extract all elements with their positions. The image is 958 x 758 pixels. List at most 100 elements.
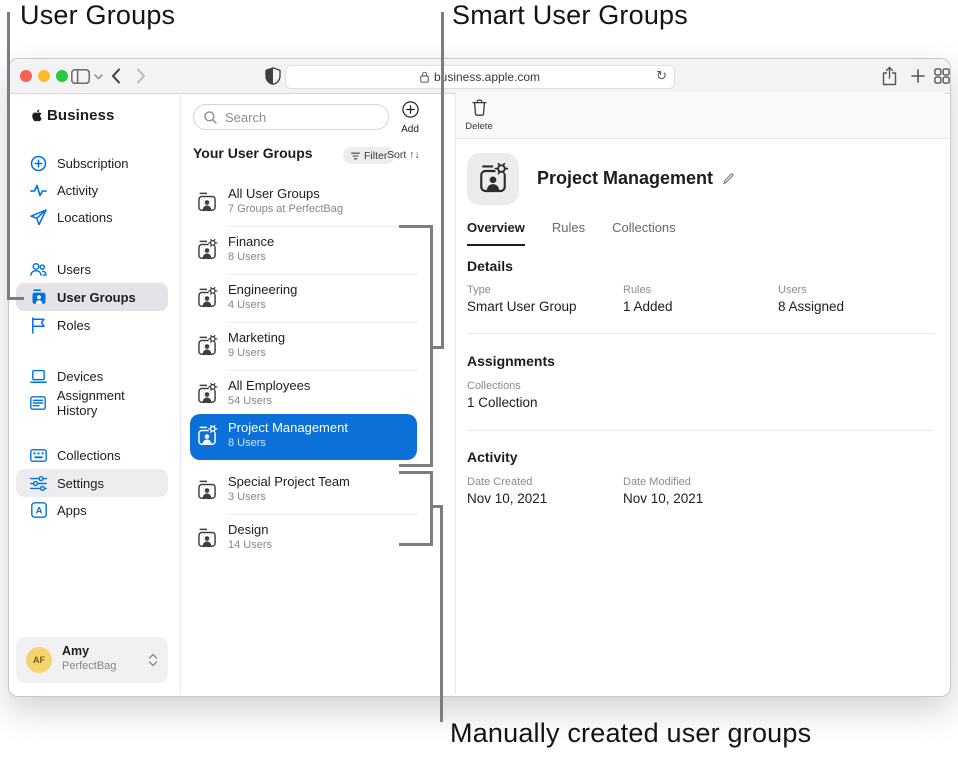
reload-icon[interactable]: ↻ xyxy=(656,68,667,84)
tab-rules[interactable]: Rules xyxy=(552,220,585,246)
sidebar-item-subscription[interactable]: Subscription xyxy=(16,149,168,177)
group-list-item-design[interactable]: Design 14 Users xyxy=(190,516,417,562)
callout-smart-user-groups: Smart User Groups xyxy=(452,0,688,31)
callout-user-groups: User Groups xyxy=(20,0,175,31)
url-text: business.apple.com xyxy=(434,70,540,84)
collections-icon xyxy=(30,447,47,464)
sidebar-item-devices[interactable]: Devices xyxy=(16,362,168,390)
add-label: Add xyxy=(395,124,425,135)
callout-line-manual-vertical xyxy=(440,505,443,722)
group-list-item-marketing[interactable]: Marketing 9 Users xyxy=(190,324,417,370)
field-date-modified: Date Modified Nov 10, 2021 xyxy=(623,476,703,506)
account-switcher[interactable]: AF Amy PerfectBag xyxy=(16,637,168,683)
search-icon xyxy=(204,111,217,124)
screenshot-canvas: { "callouts": { "user_groups": "User Gro… xyxy=(0,0,958,758)
user-groups-icon xyxy=(30,289,47,306)
group-list-item-all-user-groups[interactable]: All User Groups 7 Groups at PerfectBag xyxy=(190,180,417,226)
tab-overview[interactable]: Overview xyxy=(467,220,525,246)
list-detail-divider xyxy=(455,93,456,694)
smart-group-badge-icon xyxy=(196,287,218,309)
callout-line-user-groups-elbow xyxy=(7,297,24,300)
group-list-item-special-project-team[interactable]: Special Project Team 3 Users xyxy=(190,468,417,514)
close-window-button[interactable] xyxy=(20,70,32,82)
apple-logo xyxy=(30,108,44,123)
sidebar-chevron-down-icon[interactable] xyxy=(94,74,103,80)
group-title: Project Management xyxy=(537,168,713,189)
sidebar-toggle-icon[interactable] xyxy=(71,69,90,84)
sidebar-item-label: Apps xyxy=(57,503,87,518)
field-users: Users 8 Assigned xyxy=(778,284,844,314)
sidebar-item-label: Roles xyxy=(57,318,90,333)
minimize-window-button[interactable] xyxy=(38,70,50,82)
groups-list-title: Your User Groups xyxy=(193,145,313,161)
sidebar-item-locations[interactable]: Locations xyxy=(16,203,168,231)
apps-icon: A xyxy=(30,502,47,519)
group-list-item-finance[interactable]: Finance 8 Users xyxy=(190,228,417,274)
sidebar-item-settings[interactable]: Settings xyxy=(16,469,168,497)
sidebar-item-users[interactable]: Users xyxy=(16,255,168,283)
smart-bracket-spine xyxy=(430,225,433,467)
zoom-window-button[interactable] xyxy=(56,70,68,82)
roles-flag-icon xyxy=(30,317,47,334)
search-field xyxy=(193,104,389,130)
sidebar-item-assignment-history[interactable]: Assignment History xyxy=(16,389,168,417)
detail-toolbar xyxy=(456,92,949,139)
sort-button[interactable]: Sort ↑↓ xyxy=(387,149,420,161)
manual-bracket-bottom-arm xyxy=(399,543,433,546)
sidebar-item-user-groups[interactable]: User Groups xyxy=(16,283,168,311)
locations-icon xyxy=(30,209,47,226)
account-org: PerfectBag xyxy=(62,660,116,672)
callout-line-smart-vertical xyxy=(441,12,444,349)
user-group-badge-icon xyxy=(196,479,218,501)
sidebar-item-label: User Groups xyxy=(57,290,136,305)
group-list-item-project-management[interactable]: Project Management 8 Users xyxy=(190,414,417,460)
add-icon xyxy=(402,101,419,118)
avatar: AF xyxy=(26,647,52,673)
sidebar-item-label: Activity xyxy=(57,183,98,198)
details-heading: Details xyxy=(467,258,513,274)
smart-group-badge-icon xyxy=(196,383,218,405)
tab-overview-icon[interactable] xyxy=(934,68,950,84)
group-list-item-engineering[interactable]: Engineering 4 Users xyxy=(190,276,417,322)
callout-manual-user-groups: Manually created user groups xyxy=(450,718,811,749)
delete-button[interactable]: Delete xyxy=(462,99,496,132)
svg-text:A: A xyxy=(35,506,42,517)
assignment-history-icon xyxy=(30,395,47,412)
lock-icon xyxy=(420,71,429,83)
users-icon xyxy=(30,261,47,278)
activity-heading: Activity xyxy=(467,449,518,465)
privacy-shield-icon[interactable] xyxy=(265,67,281,85)
delete-label: Delete xyxy=(462,121,496,132)
sidebar-item-label: Settings xyxy=(57,476,104,491)
tab-collections[interactable]: Collections xyxy=(612,220,676,246)
list-divider xyxy=(228,274,418,275)
share-icon[interactable] xyxy=(881,66,898,86)
section-divider xyxy=(467,333,934,334)
assignments-heading: Assignments xyxy=(467,353,555,369)
field-rules: Rules 1 Added xyxy=(623,284,673,314)
search-input[interactable] xyxy=(223,109,367,126)
sidebar-divider xyxy=(180,93,181,694)
forward-button[interactable] xyxy=(136,68,146,84)
sidebar-item-activity[interactable]: Activity xyxy=(16,176,168,204)
user-group-badge-icon xyxy=(196,191,218,213)
section-divider xyxy=(467,430,934,431)
sidebar-item-collections[interactable]: Collections xyxy=(16,441,168,469)
group-avatar-tile xyxy=(467,153,519,205)
field-date-created: Date Created Nov 10, 2021 xyxy=(467,476,547,506)
smart-bracket-bottom-arm xyxy=(399,464,433,467)
sidebar-item-label: Subscription xyxy=(57,156,129,171)
group-list-item-all-employees[interactable]: All Employees 54 Users xyxy=(190,372,417,418)
address-bar[interactable]: business.apple.com ↻ xyxy=(285,65,675,89)
subscription-icon xyxy=(30,155,47,172)
smart-group-badge-icon xyxy=(196,425,218,447)
sidebar-item-apps[interactable]: A Apps xyxy=(16,496,168,524)
list-divider xyxy=(228,226,418,227)
sidebar-item-roles[interactable]: Roles xyxy=(16,311,168,339)
smart-bracket-top-arm xyxy=(399,225,433,228)
edit-pencil-icon[interactable] xyxy=(722,172,735,185)
add-group-button[interactable]: Add xyxy=(395,101,425,135)
account-chevron-icon xyxy=(148,653,158,667)
new-tab-icon[interactable] xyxy=(911,69,925,83)
back-button[interactable] xyxy=(111,68,121,84)
